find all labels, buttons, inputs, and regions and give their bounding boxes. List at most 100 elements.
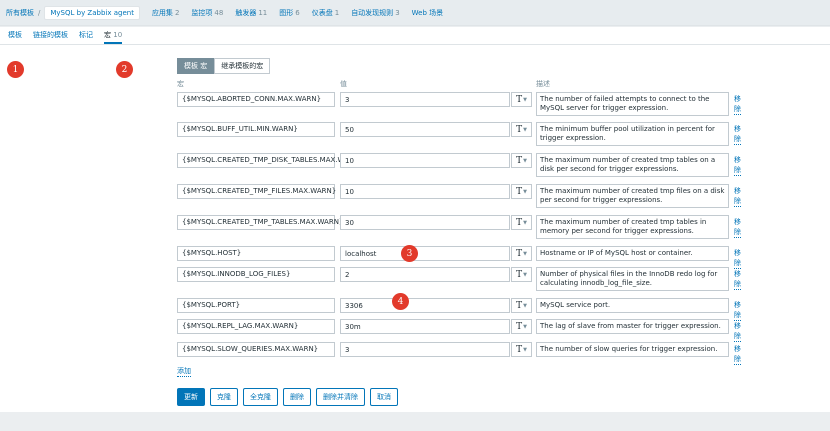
cancel-button[interactable]: 取消 <box>370 388 398 406</box>
macro-description-field[interactable]: Number of physical files in the InnoDB r… <box>536 267 729 291</box>
remove-link[interactable]: 移除 <box>734 300 741 321</box>
remove-link[interactable]: 移除 <box>734 344 741 365</box>
nav-label: 仪表盘 <box>311 8 333 17</box>
value-type-dropdown[interactable]: T ▼ <box>511 122 532 137</box>
top-navigation: 所有模板 / MySQL by Zabbix agent 应用集 2 监控项 48 … <box>0 0 830 26</box>
text-type-icon: T <box>516 344 523 355</box>
macro-value-field[interactable]: 2 <box>340 267 510 282</box>
macro-value-field[interactable]: 10 <box>340 184 510 199</box>
macro-name-field[interactable]: {$MYSQL.PORT} <box>177 298 335 313</box>
add-macro-link[interactable]: 添加 <box>177 366 191 377</box>
tab-macros[interactable]: 宏 10 <box>104 30 123 44</box>
nav-dashboards[interactable]: 仪表盘 1 <box>312 8 339 18</box>
remove-link[interactable]: 移除 <box>734 269 741 290</box>
macro-name-field[interactable]: {$MYSQL.CREATED_TMP_DISK_TABLES.MAX.WARN… <box>177 153 363 168</box>
text-type-icon: T <box>516 217 523 228</box>
nav-count: 48 <box>214 8 224 17</box>
breadcrumb-current-template[interactable]: MySQL by Zabbix agent <box>44 5 140 20</box>
tab-label: 标记 <box>79 31 93 39</box>
macro-name-field[interactable]: {$MYSQL.SLOW_QUERIES.MAX.WARN} <box>177 342 335 357</box>
chevron-down-icon: ▼ <box>523 96 527 103</box>
macro-description-field[interactable]: The lag of slave from master for trigger… <box>536 319 729 334</box>
value-type-dropdown[interactable]: T ▼ <box>511 215 532 230</box>
macro-name-field[interactable]: {$MYSQL.INNODB_LOG_FILES} <box>177 267 335 282</box>
delete-button[interactable]: 删除 <box>283 388 311 406</box>
template-macros-button[interactable]: 模板 宏 <box>177 58 215 74</box>
macro-value-field[interactable]: 50 <box>340 122 510 137</box>
tab-label: 链接的模板 <box>33 31 68 39</box>
macro-value-field[interactable]: 3 <box>340 342 510 357</box>
value-type-dropdown[interactable]: T ▼ <box>511 153 532 168</box>
macro-description-field[interactable]: The number of failed attempts to connect… <box>536 92 729 116</box>
page-footer <box>0 412 830 431</box>
remove-link[interactable]: 移除 <box>734 321 741 342</box>
breadcrumb-separator: / <box>38 8 41 17</box>
value-type-dropdown[interactable]: T ▼ <box>511 246 532 261</box>
inherited-macros-button[interactable]: 继承模板的宏 <box>214 58 271 74</box>
macro-name-field[interactable]: {$MYSQL.REPL_LAG.MAX.WARN} <box>177 319 335 334</box>
macro-name-field[interactable]: {$MYSQL.BUFF_UTIL.MIN.WARN} <box>177 122 335 137</box>
full-clone-button[interactable]: 全克隆 <box>243 388 278 406</box>
annotation-badge-2: 2 <box>116 61 133 78</box>
form-actions: 更新 克隆 全克隆 删除 删除并清除 取消 <box>177 388 398 406</box>
nav-label: 监控项 <box>191 8 213 17</box>
form-tabs: 模板 链接的模板 标记 宏 10 <box>0 27 830 45</box>
macro-description-field[interactable]: Hostname or IP of MySQL host or containe… <box>536 246 729 261</box>
text-type-icon: T <box>516 124 523 135</box>
macro-value-field[interactable]: 3306 <box>340 298 510 313</box>
update-button[interactable]: 更新 <box>177 388 205 406</box>
value-type-dropdown[interactable]: T ▼ <box>511 319 532 334</box>
macro-description-field[interactable]: The maximum number of created tmp files … <box>536 184 729 208</box>
macro-value-field[interactable]: 30 <box>340 215 510 230</box>
value-type-dropdown[interactable]: T ▼ <box>511 92 532 107</box>
remove-link[interactable]: 移除 <box>734 124 741 145</box>
chevron-down-icon: ▼ <box>523 271 527 278</box>
nav-items[interactable]: 监控项 48 <box>191 8 223 18</box>
macro-description-field[interactable]: The maximum number of created tmp tables… <box>536 153 729 177</box>
tab-label: 宏 <box>104 31 111 39</box>
value-type-dropdown[interactable]: T ▼ <box>511 267 532 282</box>
tab-linked-templates[interactable]: 链接的模板 <box>33 30 68 44</box>
nav-web-scenarios[interactable]: Web 场景 <box>412 8 446 18</box>
macro-value-field[interactable]: 3 <box>340 92 510 107</box>
value-type-dropdown[interactable]: T ▼ <box>511 342 532 357</box>
delete-and-clear-button[interactable]: 删除并清除 <box>316 388 365 406</box>
macro-value-field[interactable]: 10 <box>340 153 510 168</box>
nav-label: 图形 <box>279 8 294 17</box>
macro-description-field[interactable]: The number of slow queries for trigger e… <box>536 342 729 357</box>
nav-discovery-rules[interactable]: 自动发现规则 3 <box>351 8 399 18</box>
remove-link[interactable]: 移除 <box>734 94 741 115</box>
nav-count: 11 <box>258 8 268 17</box>
text-type-icon: T <box>516 186 523 197</box>
remove-link[interactable]: 移除 <box>734 217 741 238</box>
value-type-dropdown[interactable]: T ▼ <box>511 184 532 199</box>
macro-name-field[interactable]: {$MYSQL.CREATED_TMP_TABLES.MAX.WARN} <box>177 215 343 230</box>
clone-button[interactable]: 克隆 <box>210 388 238 406</box>
remove-link[interactable]: 移除 <box>734 186 741 207</box>
macro-description-field[interactable]: MySQL service port. <box>536 298 729 313</box>
nav-label: 应用集 <box>151 8 173 17</box>
value-type-dropdown[interactable]: T ▼ <box>511 298 532 313</box>
macro-value-field[interactable]: 30m <box>340 319 510 334</box>
macro-description-field[interactable]: The minimum buffer pool utilization in p… <box>536 122 729 146</box>
tab-label: 模板 <box>8 31 22 39</box>
tab-tags[interactable]: 标记 <box>79 30 93 44</box>
nav-count: 6 <box>295 8 300 17</box>
remove-link[interactable]: 移除 <box>734 248 741 269</box>
breadcrumb-all-templates[interactable]: 所有模板 <box>6 8 34 18</box>
macro-name-field[interactable]: {$MYSQL.HOST} <box>177 246 335 261</box>
remove-link[interactable]: 移除 <box>734 155 741 176</box>
chevron-down-icon: ▼ <box>523 126 527 133</box>
text-type-icon: T <box>516 269 523 280</box>
macro-name-field[interactable]: {$MYSQL.ABORTED_CONN.MAX.WARN} <box>177 92 335 107</box>
macro-description-field[interactable]: The maximum number of created tmp tables… <box>536 215 729 239</box>
nav-triggers[interactable]: 触发器 11 <box>235 8 267 18</box>
tab-count: 10 <box>113 31 123 39</box>
macro-value-field[interactable]: localhost <box>340 246 510 261</box>
macro-name-field[interactable]: {$MYSQL.CREATED_TMP_FILES.MAX.WARN} <box>177 184 336 199</box>
tab-template[interactable]: 模板 <box>8 30 22 44</box>
nav-count: 1 <box>334 8 340 17</box>
nav-graphs[interactable]: 图形 6 <box>279 8 299 18</box>
text-type-icon: T <box>516 155 523 166</box>
nav-applications[interactable]: 应用集 2 <box>152 8 179 18</box>
